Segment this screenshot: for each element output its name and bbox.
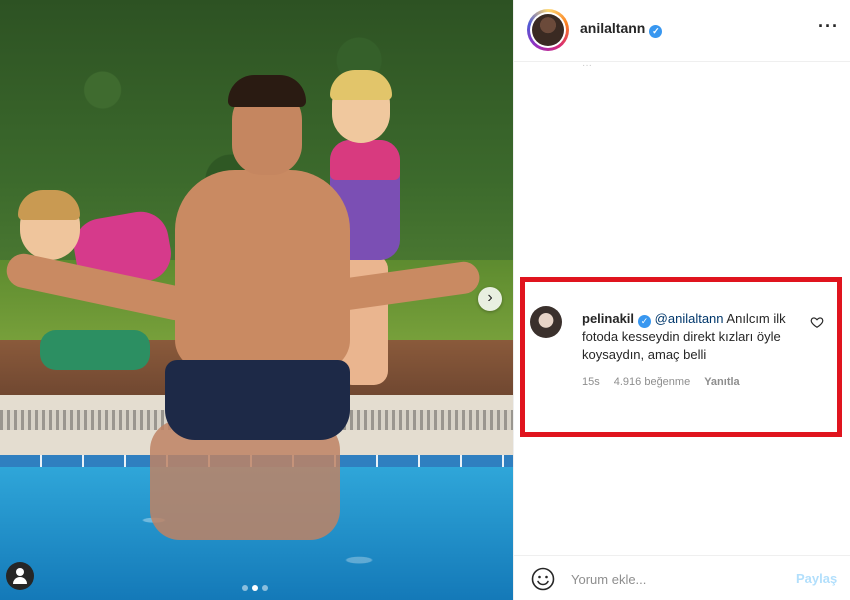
comment-mention[interactable]: @anilaltann xyxy=(655,311,724,326)
user-tag-icon[interactable] xyxy=(6,562,34,590)
comment-time: 15s xyxy=(582,376,600,388)
girl-right-top xyxy=(330,140,400,180)
verified-icon: ✓ xyxy=(638,315,652,328)
profile-avatar xyxy=(532,14,564,46)
swim-shorts xyxy=(165,360,350,440)
comment-input[interactable] xyxy=(571,569,781,589)
heart-icon[interactable] xyxy=(810,315,824,329)
carousel-dots xyxy=(240,585,270,593)
man-torso xyxy=(175,170,350,370)
carousel-dot xyxy=(242,585,248,591)
comments-panel: anilaltann ✓ ··· ··· pelinakil ✓ @anilalta… xyxy=(513,0,850,600)
man-hair xyxy=(228,75,306,107)
pool-toy xyxy=(40,330,150,370)
commenter-username[interactable]: pelinakil xyxy=(582,311,634,326)
more-options-icon[interactable]: ··· xyxy=(818,16,839,37)
post-photo[interactable]: › xyxy=(0,0,513,600)
commenter-avatar[interactable] xyxy=(530,306,562,338)
carousel-dot xyxy=(262,585,268,591)
comment-likes[interactable]: 4.916 beğenme xyxy=(614,376,690,388)
comment-composer: Paylaş xyxy=(514,555,850,600)
reply-button[interactable]: Yanıtla xyxy=(704,376,739,388)
smiley-icon[interactable] xyxy=(531,567,555,591)
verified-icon: ✓ xyxy=(649,25,663,38)
scroll-hint: ··· xyxy=(582,60,592,71)
post-button[interactable]: Paylaş xyxy=(796,571,837,586)
chevron-right-icon[interactable]: › xyxy=(478,287,502,311)
post-header: anilaltann ✓ ··· xyxy=(514,0,850,62)
author-avatar[interactable] xyxy=(527,9,569,51)
author-username[interactable]: anilaltann ✓ xyxy=(580,20,663,38)
comment-body: pelinakil ✓ @anilaltann Anılcım ilk fotod… xyxy=(582,310,812,364)
comment-meta: 15s 4.916 beğenme Yanıtla xyxy=(582,376,740,388)
carousel-dot-active xyxy=(252,585,258,591)
